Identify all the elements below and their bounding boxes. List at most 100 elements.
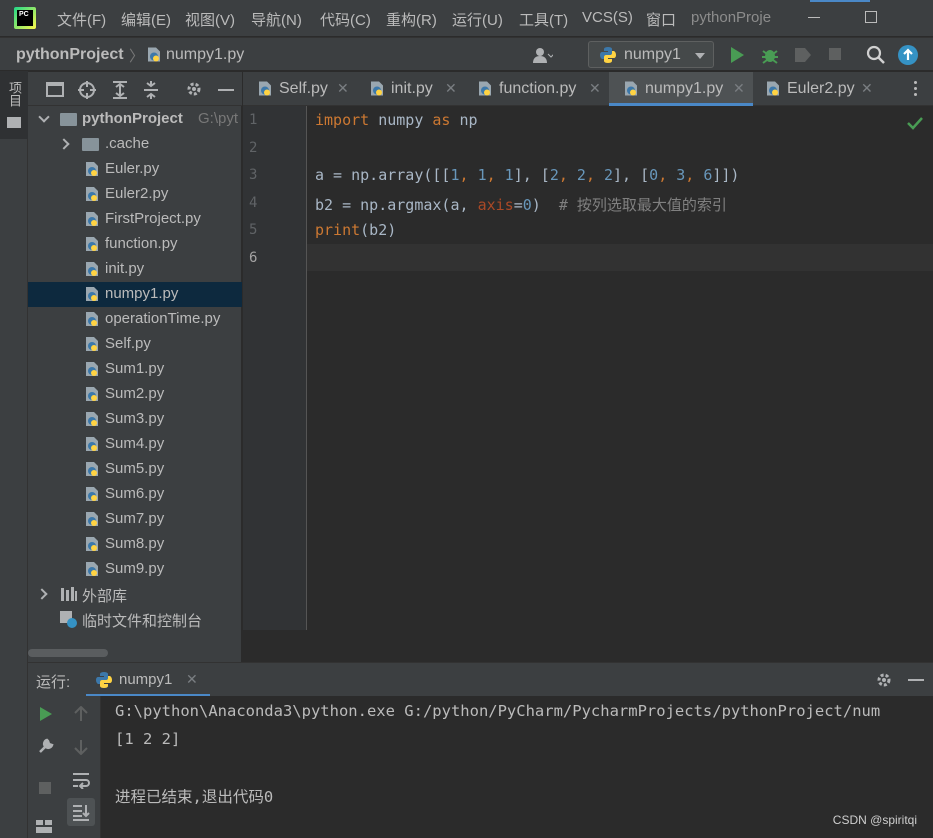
chevron-down-icon[interactable] [38,111,50,123]
tree-item-cache[interactable]: .cache [28,132,242,157]
expand-all-icon[interactable] [111,80,129,100]
menu-run[interactable]: 运行(U) [452,9,503,30]
tree-label: Euler2.py [105,185,169,202]
menu-refactor[interactable]: 重构(R) [386,9,437,30]
tab-function-py[interactable]: function.py ✕ [463,72,609,106]
tree-label: Sum1.py [105,360,165,377]
menu-vcs[interactable]: VCS(S) [582,9,633,26]
tree-item-file[interactable]: Sum5.py [28,457,242,482]
tree-item-file[interactable]: Self.py [28,332,242,357]
tree-item-file[interactable]: Sum1.py [28,357,242,382]
run-panel-header: 运行: numpy1 ✕ [28,662,933,697]
line-number: 1 [249,112,258,128]
stop-icon[interactable] [39,782,51,794]
run-icon[interactable] [731,47,744,63]
tree-item-scratches[interactable]: 临时文件和控制台 [28,607,242,632]
maximize-icon[interactable] [865,11,877,23]
menu-view[interactable]: 视图(V) [185,9,235,30]
python-file-icon [86,462,98,476]
tab-euler2-py[interactable]: Euler2.py ✕ [753,72,877,106]
menu-file[interactable]: 文件(F) [57,9,106,30]
horizontal-scrollbar[interactable] [28,649,108,657]
collapse-all-icon[interactable] [142,80,160,100]
menu-tools[interactable]: 工具(T) [519,9,568,30]
chevron-down-icon [695,53,705,59]
menu-navigate[interactable]: 导航(N) [251,9,302,30]
close-icon[interactable]: ✕ [186,671,198,688]
tab-numpy1-py[interactable]: numpy1.py ✕ [609,72,753,106]
tree-item-file[interactable]: Sum4.py [28,432,242,457]
tree-item-file[interactable]: init.py [28,257,242,282]
tree-item-file[interactable]: Sum6.py [28,482,242,507]
tree-item-file[interactable]: function.py [28,232,242,257]
tree-item-file[interactable]: operationTime.py [28,307,242,332]
scratch-icon [60,611,77,628]
debug-icon[interactable] [760,45,780,65]
close-icon[interactable]: ✕ [733,80,745,97]
arrow-down-icon[interactable] [74,739,88,755]
chevron-right-icon[interactable] [36,588,48,600]
watermark: CSDN @spiritqi [832,813,917,827]
line-number: 6 [249,250,258,266]
tree-item-file[interactable]: Sum9.py [28,557,242,582]
tree-item-file[interactable]: Sum8.py [28,532,242,557]
gear-icon[interactable] [875,671,893,689]
locate-icon[interactable] [77,80,97,100]
tab-self-py[interactable]: Self.py ✕ [243,72,355,106]
hide-panel-icon[interactable] [908,679,924,681]
more-tabs-icon[interactable] [914,81,918,97]
coverage-icon[interactable] [793,46,813,64]
soft-wrap-icon[interactable] [72,771,90,789]
chevron-right-icon[interactable] [58,138,70,150]
wrench-icon[interactable] [37,737,55,755]
tree-item-file[interactable]: Sum3.py [28,407,242,432]
breadcrumb-project[interactable]: pythonProject [16,46,124,64]
run-config-label: numpy1 [624,46,681,63]
run-tab-numpy1[interactable]: numpy1 ✕ [86,663,210,697]
tree-label: Sum5.py [105,460,165,477]
breadcrumb-file[interactable]: numpy1.py [166,46,244,64]
update-icon[interactable] [898,45,918,65]
code-line-4: b2 = np.argmax(a, axis=0) # 按列选取最大值的索引 [315,196,727,214]
tree-item-file[interactable]: Euler2.py [28,182,242,207]
rerun-icon[interactable] [40,707,52,721]
menu-window[interactable]: 窗口 [646,9,676,30]
tree-item-file[interactable]: Euler.py [28,157,242,182]
folder-icon [60,113,77,126]
project-tool-button[interactable]: 项目 [0,71,28,139]
tree-label: function.py [105,235,178,252]
tab-init-py[interactable]: init.py ✕ [355,72,463,106]
console-line: [1 2 2] [115,730,181,748]
close-icon[interactable]: ✕ [337,80,349,97]
line-number: 2 [249,140,258,156]
tree-item-file[interactable]: Sum2.py [28,382,242,407]
tree-item-external-libraries[interactable]: 外部库 [28,582,242,607]
tree-item-file[interactable]: Sum7.py [28,507,242,532]
hide-panel-icon[interactable] [218,89,234,91]
stop-icon[interactable] [829,48,841,60]
layout-icon[interactable] [36,820,54,834]
logo-text: PC [17,10,33,26]
tree-item-file[interactable]: numpy1.py [28,282,242,307]
scroll-to-end-button[interactable] [67,798,95,826]
gear-icon[interactable] [185,80,203,98]
minimize-icon[interactable] [808,17,820,18]
close-icon[interactable]: ✕ [589,80,601,97]
panel-layout-icon[interactable] [46,82,64,97]
code-line-3: a = np.array([[1, 1, 1], [2, 2, 2], [0, … [315,166,740,184]
menu-edit[interactable]: 编辑(E) [121,9,171,30]
menu-code[interactable]: 代码(C) [320,9,371,30]
python-file-icon [86,537,98,551]
window-title: pythonProje [691,9,772,26]
code-editor[interactable]: import numpy as np a = np.array([[1, 1, … [307,106,933,630]
arrow-up-icon[interactable] [74,706,88,722]
run-config-dropdown[interactable]: numpy1 [588,41,714,68]
user-icon[interactable] [533,47,553,63]
tree-root-pythonproject[interactable]: pythonProject G:\pyt [28,107,242,132]
tree-item-file[interactable]: FirstProject.py [28,207,242,232]
close-icon[interactable]: ✕ [445,80,457,97]
tree-label: init.py [105,260,145,277]
close-icon[interactable]: ✕ [861,80,873,97]
search-icon[interactable] [866,45,886,65]
run-console[interactable]: G:\python\Anaconda3\python.exe G:/python… [101,696,933,838]
